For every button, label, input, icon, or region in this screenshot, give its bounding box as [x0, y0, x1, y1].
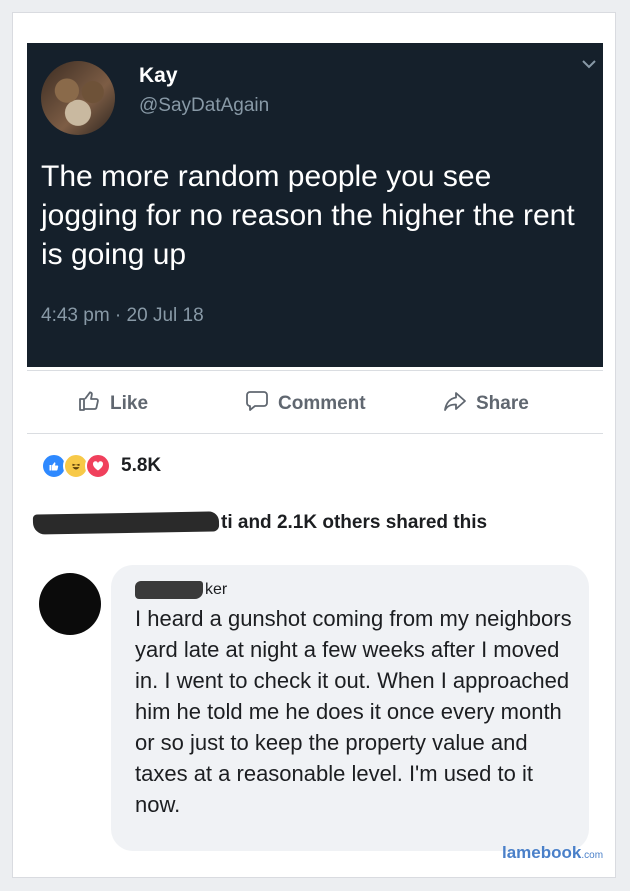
tweet-author-name[interactable]: Kay	[139, 64, 178, 88]
tweet-author-handle[interactable]: @SayDatAgain	[139, 95, 269, 117]
commenter-name-suffix: ker	[205, 581, 228, 599]
comment-bubble-icon	[245, 389, 269, 419]
commenter-name[interactable]: ker	[135, 581, 227, 599]
love-reaction-icon	[85, 453, 111, 479]
redacted-name-scribble	[135, 581, 203, 599]
watermark-domain: .com	[581, 850, 604, 861]
watermark-brand: lamebook	[502, 843, 582, 862]
like-label: Like	[110, 393, 149, 414]
redacted-name-scribble	[32, 511, 220, 535]
like-button[interactable]: Like	[77, 389, 148, 419]
shared-by-line[interactable]: ti and 2.1K others shared this	[32, 509, 593, 537]
tweet-embed[interactable]: Kay @SayDatAgain The more random people …	[27, 43, 603, 367]
commenter-avatar[interactable]	[39, 573, 101, 635]
watermark: lamebook.com	[502, 843, 603, 863]
reaction-count: 5.8K	[121, 455, 162, 476]
share-arrow-icon	[443, 389, 467, 419]
shared-name-suffix: ti	[221, 512, 233, 533]
action-bar: Like Comment Share	[27, 370, 603, 434]
thumbs-up-icon	[77, 389, 101, 419]
comment-label: Comment	[278, 393, 366, 414]
shared-text: and 2.1K others shared this	[232, 512, 488, 533]
post-card: Kay @SayDatAgain The more random people …	[12, 12, 616, 878]
share-button[interactable]: Share	[443, 389, 529, 419]
comment-bubble: ker I heard a gunshot coming from my nei…	[111, 565, 589, 851]
comment-button[interactable]: Comment	[245, 389, 366, 419]
tweet-timestamp[interactable]: 4:43 pm · 20 Jul 18	[41, 305, 204, 327]
chevron-down-icon[interactable]	[581, 57, 597, 75]
tweet-avatar[interactable]	[41, 61, 115, 135]
share-label: Share	[476, 393, 529, 414]
comment-text: I heard a gunshot coming from my neighbo…	[135, 606, 572, 817]
reactions-summary[interactable]: 5.8K	[41, 453, 161, 479]
tweet-text: The more random people you see jogging f…	[41, 160, 575, 271]
